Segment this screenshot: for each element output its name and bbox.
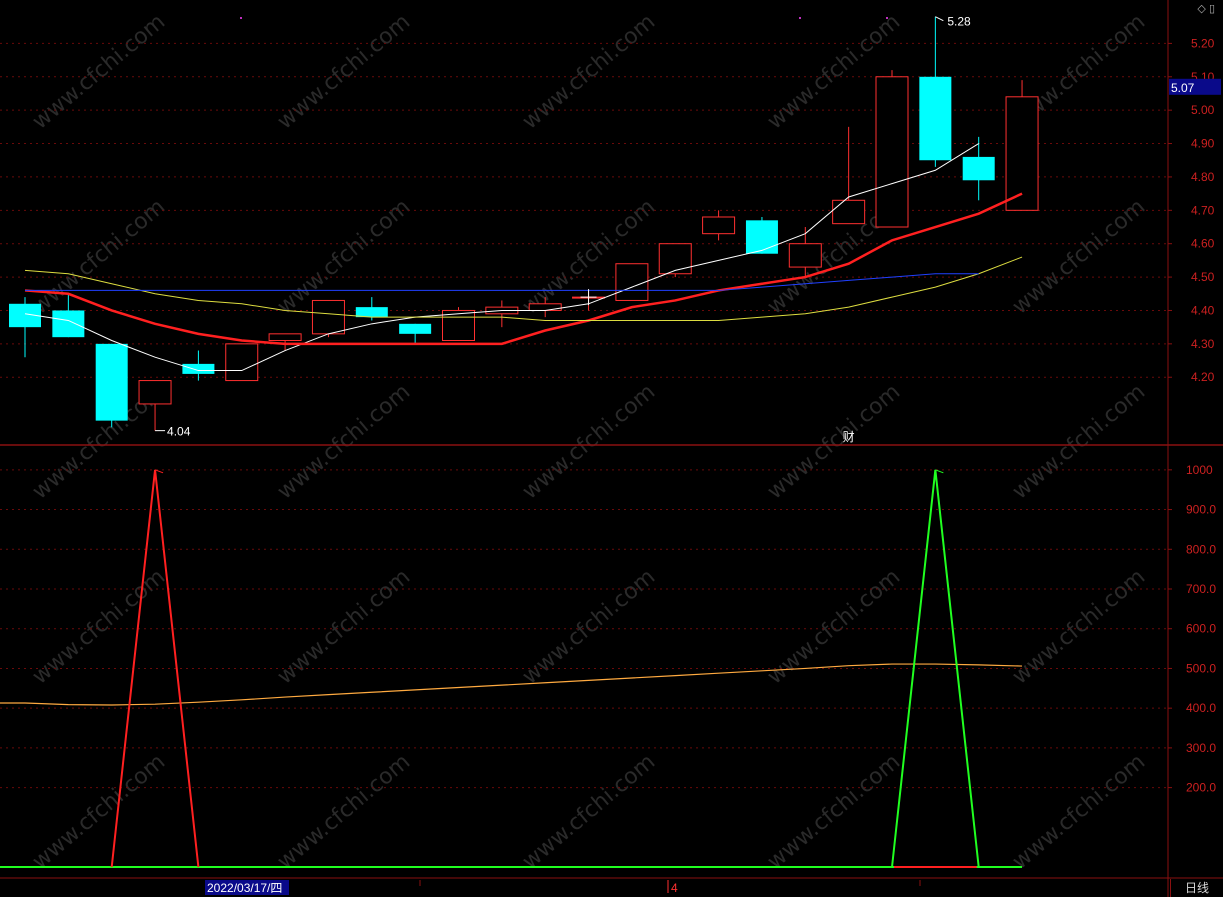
indicator-tick-label: 600.0 — [1186, 622, 1216, 636]
high-pointer — [935, 16, 944, 22]
indicator-tick-label: 200.0 — [1186, 781, 1216, 795]
candle-body — [311, 299, 345, 335]
candle-body — [268, 333, 302, 342]
indicator-tick-label: 900.0 — [1186, 503, 1216, 517]
green-spike — [891, 469, 980, 868]
price-tick-label: 4.70 — [1191, 203, 1215, 217]
watermark-text: www.cfchi.com — [273, 749, 415, 874]
ma-line — [24, 256, 1023, 321]
price-tick-label: 4.90 — [1191, 137, 1215, 151]
watermark-text: www.cfchi.com — [1008, 564, 1150, 689]
candle-body — [138, 380, 172, 405]
red-spike — [110, 469, 200, 868]
price-tick-label: 4.20 — [1191, 370, 1215, 384]
ma-line — [25, 273, 979, 291]
candle-body — [95, 343, 128, 421]
indicator-tick-label: 400.0 — [1186, 701, 1216, 715]
candle-body — [832, 199, 866, 225]
stock-chart[interactable]: www.cfchi.com www.cfchi.com www.cfchi.com w… — [0, 0, 1223, 897]
watermark-text: www.cfchi.com — [518, 564, 660, 689]
candle-body — [745, 220, 778, 254]
period-label[interactable]: 日线 — [1170, 879, 1223, 897]
candle-body — [788, 243, 822, 268]
watermark-text: www.cfchi.com — [28, 9, 170, 134]
candle-body — [658, 243, 692, 275]
watermark: www.cfchi.com www.cfchi.com www.cfchi.com w… — [28, 9, 1150, 874]
price-tick-label: 5.00 — [1191, 103, 1215, 117]
candle-body — [875, 76, 909, 228]
watermark-text: www.cfchi.com — [518, 749, 660, 874]
watermark-text: www.cfchi.com — [273, 564, 415, 689]
watermark-text: www.cfchi.com — [1008, 194, 1150, 319]
watermark-text: www.cfchi.com — [1008, 379, 1150, 504]
signal-dot — [799, 17, 801, 19]
indicator-tick-label: 300.0 — [1186, 741, 1216, 755]
watermark-text: www.cfchi.com — [273, 379, 415, 504]
price-tick-label: 4.80 — [1191, 170, 1215, 184]
candle-body — [962, 156, 995, 181]
indicator-tick-label: 700.0 — [1186, 582, 1216, 596]
price-tick-label: 4.30 — [1191, 337, 1215, 351]
current-price-label: 5.07 — [1171, 81, 1195, 95]
price-tick-label: 4.40 — [1191, 303, 1215, 317]
candle-body — [225, 343, 259, 382]
indicator-tick-label: 1000 — [1186, 463, 1213, 477]
watermark-text: www.cfchi.com — [28, 564, 170, 689]
date-label: 2022/03/17/四 — [207, 881, 282, 895]
candle-body — [615, 263, 649, 301]
watermark-text: www.cfchi.com — [763, 749, 905, 874]
high-label: 5.28 — [947, 15, 971, 29]
candle-body — [52, 310, 85, 338]
signal-dot — [886, 17, 888, 19]
candle-body — [182, 363, 215, 374]
candle-body — [355, 307, 388, 318]
watermark-text: www.cfchi.com — [273, 9, 415, 134]
indicator-tick-label: 500.0 — [1186, 661, 1216, 675]
indicator-tick-label: 800.0 — [1186, 542, 1216, 556]
top-icons[interactable]: ◇ ▯ — [1197, 2, 1215, 15]
watermark-text: www.cfchi.com — [1008, 749, 1150, 874]
watermark-text: www.cfchi.com — [763, 564, 905, 689]
price-tick-label: 4.60 — [1191, 237, 1215, 251]
candle-body — [399, 323, 432, 334]
candle-body — [528, 303, 562, 311]
watermark-text: www.cfchi.com — [763, 379, 905, 504]
finance-annotation: 财 — [843, 430, 855, 444]
watermark-text: www.cfchi.com — [28, 749, 170, 874]
candle-body — [1005, 96, 1039, 211]
price-tick-label: 4.50 — [1191, 270, 1215, 284]
indicator-average-line — [0, 663, 1023, 706]
watermark-text: www.cfchi.com — [518, 9, 660, 134]
signal-dot — [240, 17, 242, 19]
price-tick-label: 5.20 — [1191, 36, 1215, 50]
watermark-text: www.cfchi.com — [28, 194, 170, 319]
candle-body — [919, 76, 952, 161]
watermark-text: www.cfchi.com — [518, 379, 660, 504]
candle-body — [702, 216, 736, 235]
month-label: 4 — [671, 881, 678, 895]
low-label: 4.04 — [167, 425, 191, 439]
